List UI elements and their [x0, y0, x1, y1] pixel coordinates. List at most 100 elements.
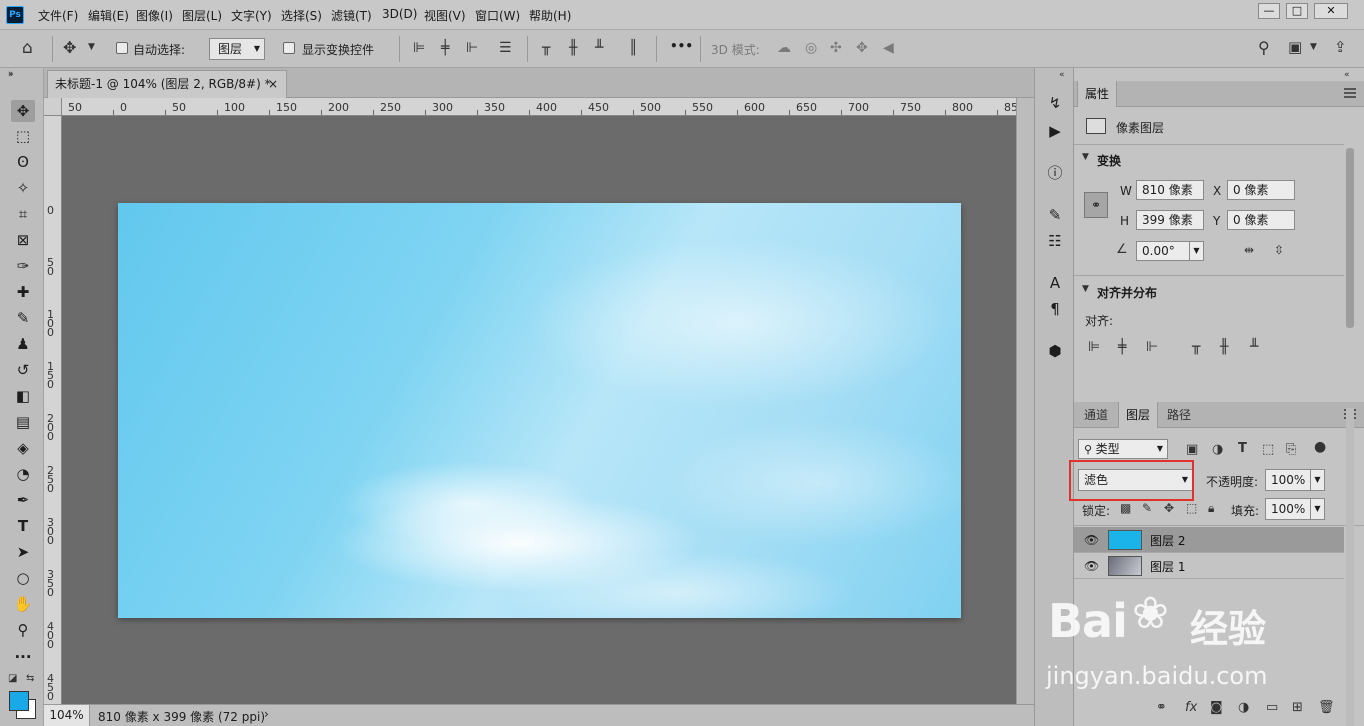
character-panel-icon[interactable]: A [1043, 272, 1067, 294]
menu-3d[interactable]: 3D(D) [382, 7, 417, 21]
fill-field[interactable]: 100% ▼ [1265, 498, 1325, 520]
flip-horizontal-icon[interactable]: ⇹ [1244, 244, 1254, 256]
filter-type-icon[interactable]: T [1238, 442, 1247, 455]
magic-wand-tool-icon[interactable]: ✧ [11, 177, 35, 199]
zoom-tool-icon[interactable]: ⚲ [11, 619, 35, 641]
stamp-tool-icon[interactable]: ♟ [11, 333, 35, 355]
brush-settings-panel-icon[interactable]: ☷ [1043, 230, 1067, 252]
ellipse-tool-icon[interactable]: ○ [11, 567, 35, 589]
adjustment-icon[interactable]: ◑ [1238, 700, 1249, 715]
menu-help[interactable]: 帮助(H) [529, 7, 571, 24]
collapse-dock-icon[interactable]: « [1059, 71, 1065, 80]
path-selection-tool-icon[interactable]: ➤ [11, 541, 35, 563]
menu-window[interactable]: 窗口(W) [475, 7, 520, 24]
layer-row[interactable]: 👁︎ 图层 1 [1074, 553, 1344, 579]
collapse-panels-icon[interactable]: « [1344, 71, 1350, 80]
chevron-down-icon[interactable]: ▼ [1310, 43, 1317, 52]
chevron-down-icon[interactable]: ▼ [1310, 499, 1324, 519]
group-icon[interactable]: ▭ [1266, 700, 1278, 715]
visibility-eye-icon[interactable]: 👁︎ [1084, 559, 1099, 573]
width-field[interactable]: 810 像素 [1136, 180, 1204, 200]
align-hcenter-icon[interactable]: ╪ [441, 41, 449, 55]
edit-toolbar-icon[interactable]: ··· [11, 646, 35, 668]
show-transform-checkbox[interactable] [283, 42, 295, 54]
lasso-tool-icon[interactable]: ʘ [11, 151, 35, 173]
ruler-origin[interactable] [44, 98, 62, 116]
close-tab-icon[interactable]: × [268, 71, 278, 97]
angle-field[interactable]: 0.00° ▼ [1136, 241, 1204, 261]
dodge-tool-icon[interactable]: ◔ [11, 463, 35, 485]
lock-position-icon[interactable]: ✥ [1164, 502, 1174, 514]
sky-image-layer[interactable] [118, 203, 961, 618]
brushes-panel-icon[interactable]: ✎ [1043, 204, 1067, 226]
layer-filter-dropdown[interactable]: ⚲ 类型 ▼ [1078, 439, 1168, 459]
move-tool-icon[interactable]: ✥ [11, 100, 35, 122]
hand-tool-icon[interactable]: ✋ [11, 593, 35, 615]
menu-type[interactable]: 文字(Y) [231, 7, 272, 24]
share-icon[interactable]: ⇪ [1334, 40, 1347, 55]
more-options-button[interactable]: ••• [670, 39, 693, 53]
menu-select[interactable]: 选择(S) [281, 7, 322, 24]
3d-camera-icon[interactable]: ◀ [883, 41, 894, 55]
align-bottom-icon[interactable]: ╨ [595, 41, 603, 55]
menu-filter[interactable]: 滤镜(T) [331, 7, 372, 24]
crop-tool-icon[interactable]: ⌗ [11, 203, 35, 225]
search-icon[interactable]: ⚲ [1258, 40, 1270, 56]
menu-edit[interactable]: 编辑(E) [88, 7, 129, 24]
align-hcenter-icon[interactable]: ╪ [1118, 340, 1126, 354]
brush-tool-icon[interactable]: ✎ [11, 307, 35, 329]
x-field[interactable]: 0 像素 [1227, 180, 1295, 200]
flip-vertical-icon[interactable]: ⇳ [1274, 244, 1284, 256]
menu-image[interactable]: 图像(I) [136, 7, 173, 24]
align-top-icon[interactable]: ╥ [1192, 340, 1200, 354]
history-panel-icon[interactable]: ↯ [1043, 92, 1067, 114]
lock-image-icon[interactable]: ✎ [1142, 502, 1152, 514]
swap-colors-icon[interactable]: ⇆ [26, 674, 34, 684]
align-right-icon[interactable]: ⊩ [1146, 340, 1158, 354]
align-top-icon[interactable]: ╥ [542, 41, 550, 55]
panel-menu-icon[interactable] [1344, 88, 1356, 98]
home-icon[interactable]: ⌂ [22, 40, 33, 57]
3d-panel-icon[interactable]: ⬢ [1043, 340, 1067, 362]
menu-layer[interactable]: 图层(L) [182, 7, 222, 24]
3d-slide-icon[interactable]: ✥ [856, 41, 868, 55]
lock-all-icon[interactable]: 🔒︎ [1208, 502, 1214, 514]
chevron-down-icon[interactable]: ▼ [88, 43, 95, 52]
3d-roll-icon[interactable]: ◎ [805, 41, 817, 55]
menu-file[interactable]: 文件(F) [38, 7, 78, 24]
status-menu-arrow[interactable]: › [264, 707, 269, 721]
filter-shape-icon[interactable]: ⬚ [1262, 443, 1274, 456]
chevron-down-icon[interactable]: ▼ [1310, 470, 1324, 490]
align-vcenter-icon[interactable]: ╫ [569, 41, 577, 55]
filter-toggle-icon[interactable]: ● [1314, 440, 1326, 454]
link-dimensions-icon[interactable]: ⚭ [1084, 192, 1108, 218]
properties-scrollbar[interactable] [1346, 148, 1354, 328]
history-brush-tool-icon[interactable]: ↺ [11, 359, 35, 381]
healing-brush-tool-icon[interactable]: ✚ [11, 281, 35, 303]
opacity-field[interactable]: 100% ▼ [1265, 469, 1325, 491]
restore-button[interactable]: □ [1286, 3, 1308, 19]
frame-tool-icon[interactable]: ⊠ [11, 229, 35, 251]
type-tool-icon[interactable]: T [11, 515, 35, 537]
vertical-ruler[interactable]: 0 50 100 150 200 250 300 350 400 450 [44, 116, 62, 704]
tab-paths[interactable]: 路径 [1160, 402, 1198, 428]
close-window-button[interactable]: ✕ [1314, 3, 1348, 19]
visibility-eye-icon[interactable]: 👁︎ [1084, 533, 1099, 547]
fx-icon[interactable]: fx [1185, 700, 1197, 715]
vertical-scrollbar[interactable] [1016, 98, 1034, 704]
align-vcenter-icon[interactable]: ╫ [1220, 340, 1228, 354]
3d-pan-icon[interactable]: ✣ [830, 41, 842, 55]
zoom-field[interactable]: 104% [44, 705, 90, 726]
tab-channels[interactable]: 通道 [1077, 402, 1115, 428]
3d-orbit-icon[interactable]: ☁ [777, 41, 791, 55]
y-field[interactable]: 0 像素 [1227, 210, 1295, 230]
chevron-down-icon[interactable]: ▼ [1082, 285, 1089, 294]
gradient-tool-icon[interactable]: ▤ [11, 411, 35, 433]
link-icon[interactable]: ⚭ [1156, 700, 1167, 715]
tab-layers[interactable]: 图层 [1118, 402, 1159, 428]
delete-icon[interactable]: 🗑︎ [1318, 700, 1335, 715]
align-right-icon[interactable]: ⊩ [466, 41, 478, 55]
align-left-icon[interactable]: ⊫ [1088, 340, 1100, 354]
paragraph-panel-icon[interactable]: ¶ [1043, 298, 1067, 320]
mask-icon[interactable]: ◙ [1210, 700, 1223, 715]
